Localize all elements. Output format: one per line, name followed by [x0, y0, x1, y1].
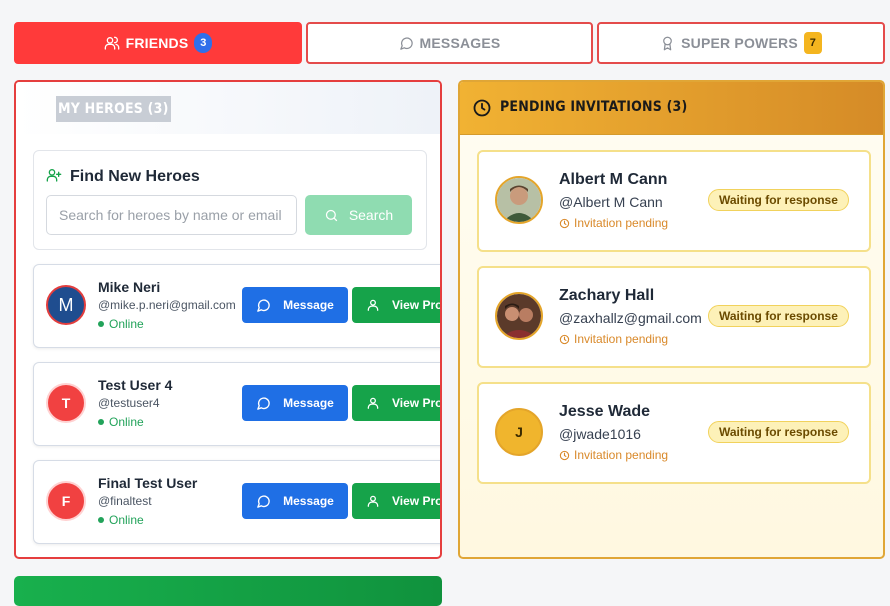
invite-card: J Jesse Wade @jwade1016 Invitation pendi… — [477, 382, 871, 484]
friend-name: Mike Neri — [98, 279, 161, 295]
heroes-panel: MY HEROES (3) Find New Heroes Search M M… — [14, 80, 442, 559]
invite-status: Invitation pending — [559, 448, 668, 462]
tab-messages[interactable]: MESSAGES — [306, 22, 593, 64]
award-icon — [663, 36, 672, 50]
tab-super-powers[interactable]: SUPER POWERS 7 — [597, 22, 885, 64]
next-section-header — [14, 576, 442, 606]
avatar: M — [46, 285, 86, 325]
user-icon — [367, 299, 379, 311]
view-profile-button[interactable]: View Profile — [352, 287, 442, 323]
avatar — [495, 292, 543, 340]
message-button[interactable]: Message — [242, 483, 348, 519]
tab-friends-label: FRIENDS — [125, 35, 189, 51]
friend-card: F Final Test User @finaltest Online Mess… — [33, 460, 442, 544]
tab-super-powers-label: SUPER POWERS — [681, 35, 798, 51]
view-profile-label: View Profile — [392, 396, 442, 410]
invite-card: Albert M Cann @Albert M Cann Invitation … — [477, 150, 871, 252]
friends-count-badge: 3 — [194, 33, 213, 53]
friend-card: M Mike Neri @mike.p.neri@gmail.com Onlin… — [33, 264, 442, 348]
invite-status-label: Invitation pending — [574, 216, 669, 230]
avatar: J — [495, 408, 543, 456]
invite-status: Invitation pending — [559, 332, 668, 346]
message-button-label: Message — [283, 298, 334, 312]
find-heroes-card: Find New Heroes Search — [33, 150, 427, 250]
online-status: Online — [98, 415, 144, 429]
user-icon — [367, 397, 379, 409]
pending-invitations-panel: PENDING INVITATIONS (3) Albert M Cann @A… — [458, 80, 885, 559]
friend-handle: @testuser4 — [98, 396, 160, 410]
view-profile-button[interactable]: View Profile — [352, 483, 442, 519]
users-icon — [104, 36, 119, 50]
invite-handle: @jwade1016 — [559, 426, 641, 442]
avatar — [495, 176, 543, 224]
online-dot-icon — [98, 321, 104, 327]
tab-friends[interactable]: FRIENDS 3 — [14, 22, 302, 64]
chat-bubble-icon — [399, 36, 413, 50]
search-button-label: Search — [348, 207, 394, 223]
hero-search-input[interactable] — [46, 195, 297, 235]
heroes-title: MY HEROES (3) — [56, 96, 171, 122]
online-status-label: Online — [109, 513, 144, 527]
waiting-badge: Waiting for response — [708, 189, 849, 211]
view-profile-button[interactable]: View Profile — [352, 385, 442, 421]
waiting-badge: Waiting for response — [708, 421, 849, 443]
clock-icon — [559, 450, 570, 460]
search-icon — [325, 209, 337, 221]
message-button[interactable]: Message — [242, 385, 348, 421]
online-dot-icon — [98, 517, 104, 523]
view-profile-label: View Profile — [392, 298, 442, 312]
friend-handle: @finaltest — [98, 494, 152, 508]
waiting-badge: Waiting for response — [708, 305, 849, 327]
heroes-header: MY HEROES (3) — [16, 82, 440, 134]
message-button[interactable]: Message — [242, 287, 348, 323]
invite-handle: @zaxhallz@gmail.com — [559, 310, 702, 326]
invite-handle: @Albert M Cann — [559, 194, 663, 210]
friend-name: Final Test User — [98, 475, 198, 491]
user-icon — [367, 495, 379, 507]
clock-icon — [559, 334, 570, 344]
invite-name: Zachary Hall — [559, 287, 655, 304]
pending-title: PENDING INVITATIONS (3) — [500, 99, 688, 115]
invite-status-label: Invitation pending — [574, 448, 669, 462]
tab-messages-label: MESSAGES — [419, 35, 501, 51]
online-dot-icon — [98, 419, 104, 425]
clock-icon — [559, 218, 570, 228]
online-status: Online — [98, 513, 144, 527]
online-status-label: Online — [109, 415, 144, 429]
avatar: T — [46, 383, 86, 423]
chat-bubble-icon — [257, 396, 270, 410]
avatar: F — [46, 481, 86, 521]
user-plus-icon — [46, 167, 62, 188]
friend-name: Test User 4 — [98, 377, 173, 393]
message-button-label: Message — [283, 494, 334, 508]
find-heroes-title: Find New Heroes — [70, 168, 200, 185]
view-profile-label: View Profile — [392, 494, 442, 508]
pending-header: PENDING INVITATIONS (3) — [460, 82, 883, 135]
chat-bubble-icon — [257, 298, 270, 312]
message-button-label: Message — [283, 396, 334, 410]
friend-card: T Test User 4 @testuser4 Online Message … — [33, 362, 442, 446]
friend-handle: @mike.p.neri@gmail.com — [98, 298, 236, 312]
invite-status: Invitation pending — [559, 216, 668, 230]
search-button[interactable]: Search — [305, 195, 412, 235]
invite-status-label: Invitation pending — [574, 332, 669, 346]
invite-card: Zachary Hall @zaxhallz@gmail.com Invitat… — [477, 266, 871, 368]
chat-bubble-icon — [257, 494, 270, 508]
online-status-label: Online — [109, 317, 144, 331]
clock-icon — [472, 98, 492, 123]
super-powers-count-badge: 7 — [803, 32, 822, 54]
invite-name: Albert M Cann — [559, 171, 668, 188]
invite-name: Jesse Wade — [559, 403, 651, 420]
online-status: Online — [98, 317, 144, 331]
